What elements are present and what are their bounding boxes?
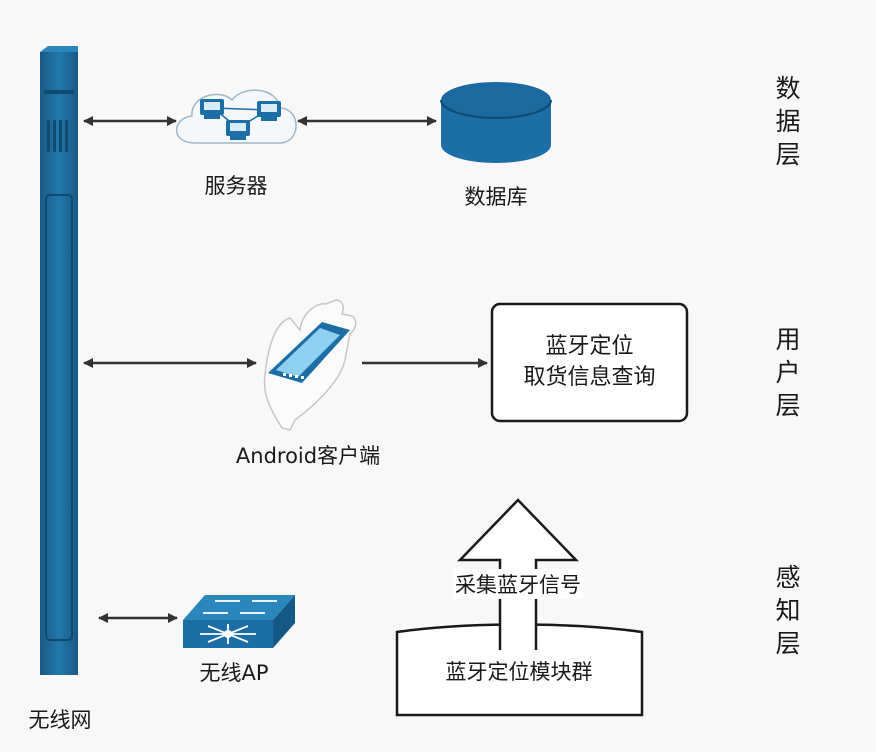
query-box-line2: 取货信息查询 [523,365,656,390]
server-cloud-icon [176,89,297,144]
server-label: 服务器 [204,174,268,198]
wireless-ap-label: 无线AP [199,661,269,685]
database-icon [440,82,552,163]
android-client-label: Android客户端 [235,444,381,468]
wireless-network-label: 无线网 [28,708,92,732]
query-box-text: 蓝牙定位 取货信息查询 [492,331,687,393]
user-layer-label: 用户层 [775,325,801,420]
android-phone-in-hand-icon [263,299,357,431]
wireless-ap-icon [183,595,295,648]
query-box-line1: 蓝牙定位 [545,334,634,359]
wireless-network-bar [40,46,78,675]
data-layer-label: 数据层 [775,74,801,169]
beacon-group-label: 蓝牙定位模块群 [445,660,593,684]
database-label: 数据库 [464,185,528,209]
sensing-layer-label: 感知层 [775,563,801,658]
collect-signal-label: 采集蓝牙信号 [453,569,583,599]
